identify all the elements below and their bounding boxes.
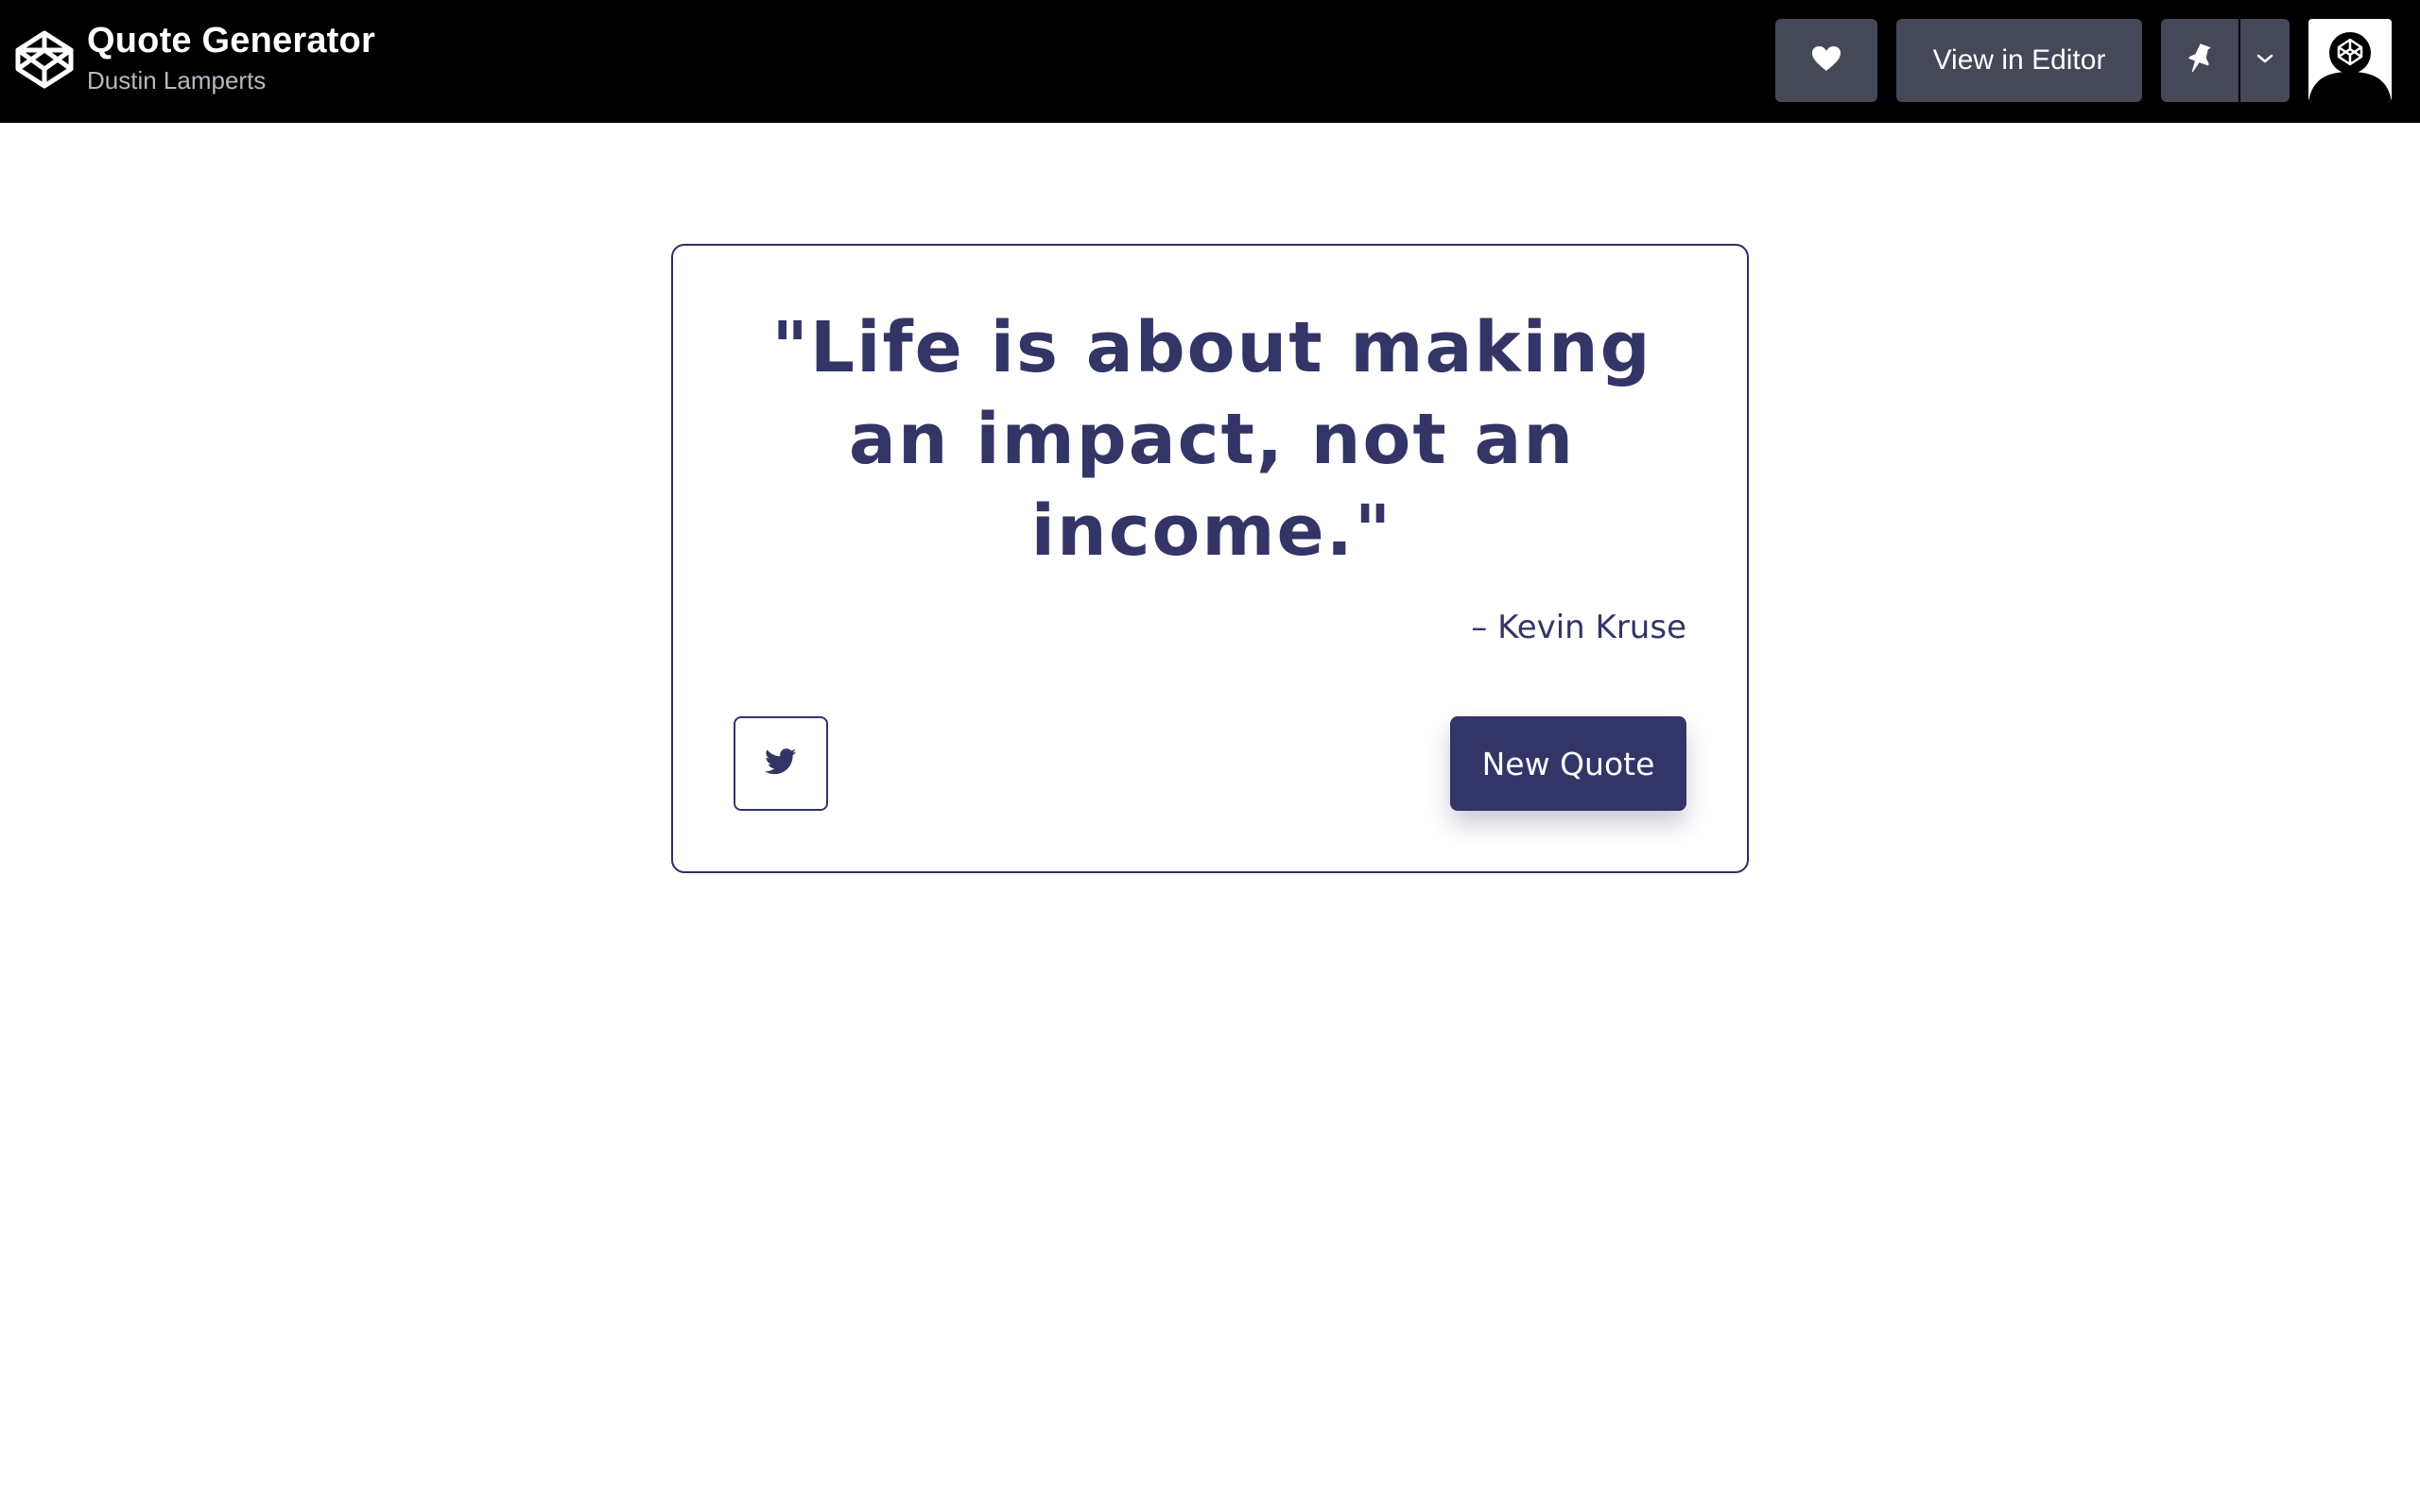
codepen-logo-icon[interactable]	[13, 28, 76, 91]
tweet-quote-button[interactable]	[734, 716, 828, 811]
twitter-icon	[765, 747, 797, 780]
quote-card: "Life is about making an impact, not an …	[671, 244, 1749, 873]
pen-title-block: Quote Generator Dustin Lamperts	[87, 17, 375, 96]
chevron-down-icon	[2256, 52, 2273, 69]
top-bar: Quote Generator Dustin Lamperts View in …	[0, 0, 2420, 123]
quote-text: "Life is about making an impact, not an …	[771, 307, 1652, 572]
user-avatar[interactable]	[2308, 19, 2392, 102]
pin-options-dropdown[interactable]	[2240, 19, 2290, 102]
like-button[interactable]	[1775, 19, 1877, 102]
pin-button[interactable]	[2161, 19, 2238, 102]
view-in-editor-button[interactable]: View in Editor	[1896, 19, 2142, 102]
quote-author: – Kevin Kruse	[1471, 609, 1686, 646]
pin-icon	[2186, 43, 2214, 79]
heart-icon	[1811, 45, 1841, 77]
pen-title: Quote Generator	[87, 21, 375, 60]
pen-author[interactable]: Dustin Lamperts	[87, 64, 375, 96]
new-quote-button[interactable]: New Quote	[1450, 716, 1686, 811]
